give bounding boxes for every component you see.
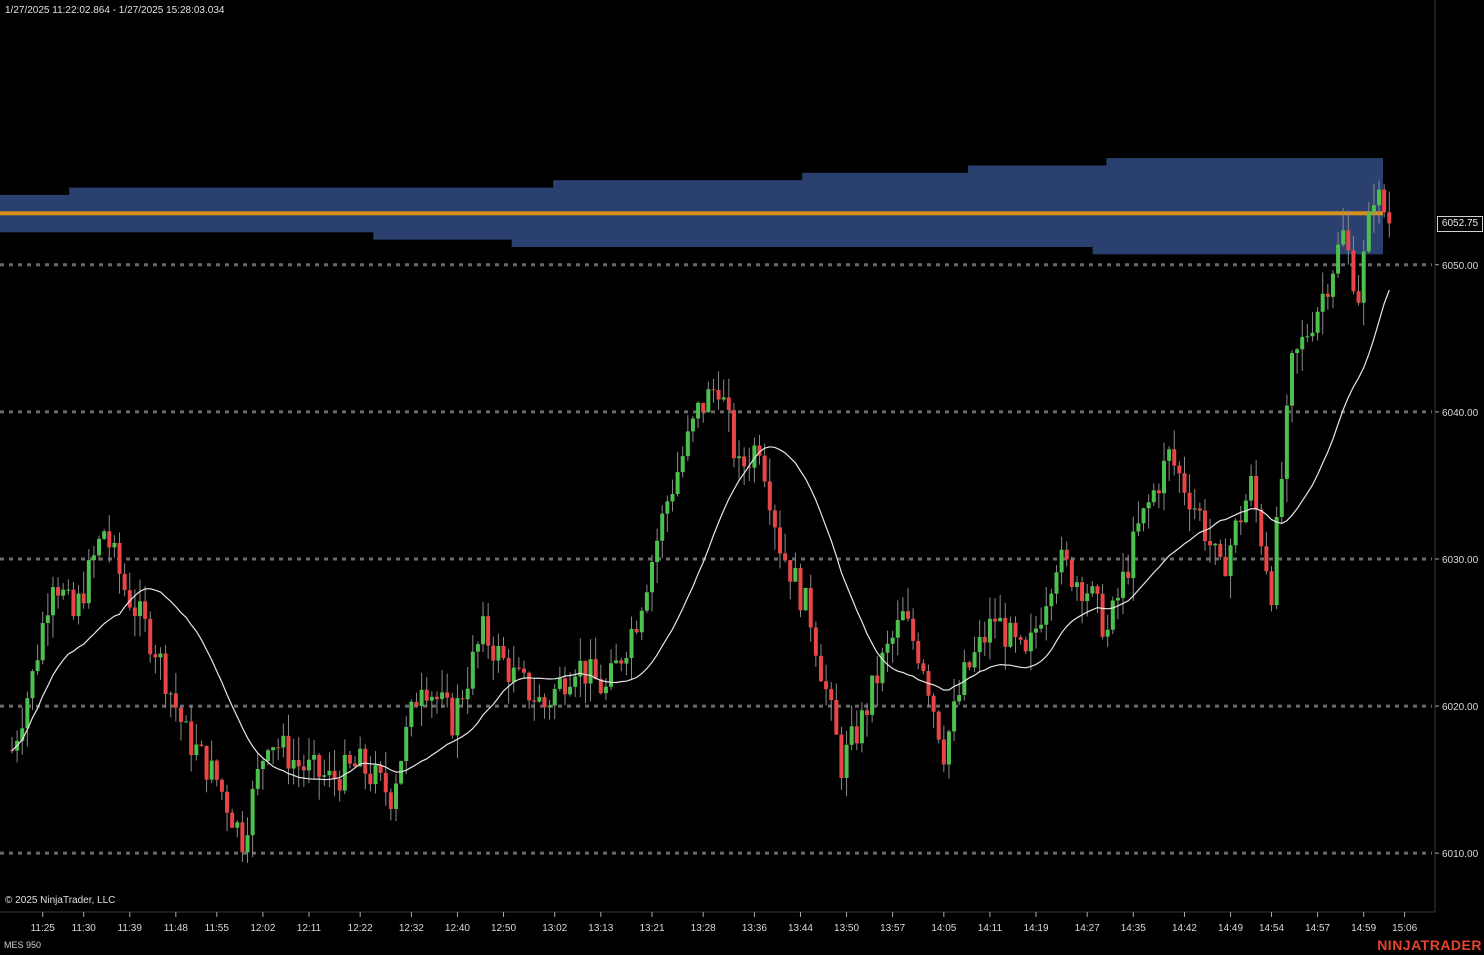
time-label-29: 15:06 [1392, 923, 1417, 934]
time-label-22: 14:27 [1075, 923, 1100, 934]
time-label-16: 13:44 [788, 923, 813, 934]
poc-line [0, 211, 1383, 216]
time-label-4: 11:55 [205, 923, 230, 934]
time-label-1: 11:30 [72, 923, 97, 934]
copyright-text: © 2025 NinjaTrader, LLC [5, 895, 116, 906]
candle-155 [803, 587, 808, 611]
time-label-26: 14:54 [1259, 923, 1284, 934]
time-label-23: 14:35 [1121, 923, 1146, 934]
candle-86 [450, 692, 455, 739]
time-label-5: 12:02 [250, 923, 275, 934]
profile-bar-5 [0, 194, 1383, 203]
price-label-2: 6030.00 [1442, 555, 1479, 566]
price-chart[interactable]: 6010.00 6020.00 6030.00 6040.00 6050.00 11:2… [0, 0, 1484, 955]
time-label-19: 14:05 [931, 923, 956, 934]
time-label-8: 12:32 [399, 923, 424, 934]
time-label-14: 13:28 [691, 923, 716, 934]
profile-bar-4 [69, 187, 1383, 196]
time-label-9: 12:40 [445, 923, 470, 934]
profile-bar-6 [0, 202, 1383, 211]
profile-bar-0 [1106, 158, 1383, 167]
price-label-3: 6040.00 [1442, 408, 1479, 419]
time-label-20: 14:11 [978, 923, 1003, 934]
time-label-28: 14:59 [1351, 923, 1376, 934]
candle-141 [731, 403, 736, 468]
candle-76 [399, 760, 404, 785]
profile-bar-8 [0, 216, 1383, 225]
time-label-24: 14:42 [1172, 923, 1197, 934]
time-label-17: 13:50 [834, 923, 859, 934]
profile-bar-2 [802, 172, 1383, 181]
time-label-7: 12:22 [348, 923, 373, 934]
time-label-21: 14:19 [1023, 923, 1048, 934]
candle-181 [936, 710, 941, 744]
profile-bar-9 [0, 224, 1383, 233]
profile-bar-3 [553, 180, 1383, 189]
time-label-3: 11:48 [164, 923, 189, 934]
price-label-0: 6010.00 [1442, 849, 1479, 860]
profile-bar-11 [511, 239, 1384, 247]
time-label-15: 13:36 [742, 923, 767, 934]
last-price-marker: 6052.75 [1437, 216, 1483, 233]
candle-246 [1269, 566, 1274, 612]
ninjatrader-logo: NINJATRADER [1377, 937, 1482, 953]
time-label-10: 12:50 [491, 923, 516, 934]
time-label-11: 13:02 [542, 923, 567, 934]
candle-207 [1069, 556, 1074, 592]
candle-154 [798, 563, 803, 618]
profile-bar-10 [373, 231, 1383, 240]
profile-bar-1 [968, 165, 1383, 174]
date-range-label: 1/27/2025 11:22:02.864 - 1/27/2025 15:28… [5, 5, 225, 16]
time-label-27: 14:57 [1305, 923, 1330, 934]
instrument-label: MES 950 [4, 940, 42, 950]
time-label-0: 11:25 [31, 923, 56, 934]
time-label-18: 13:57 [880, 923, 905, 934]
time-label-2: 11:39 [118, 923, 143, 934]
price-label-4: 6050.00 [1442, 261, 1479, 272]
time-label-12: 13:13 [588, 923, 613, 934]
candle-215 [1110, 596, 1115, 635]
price-label-1: 6020.00 [1442, 702, 1479, 713]
time-label-13: 13:21 [639, 923, 664, 934]
time-label-25: 14:49 [1218, 923, 1243, 934]
time-label-6: 12:11 [297, 923, 322, 934]
